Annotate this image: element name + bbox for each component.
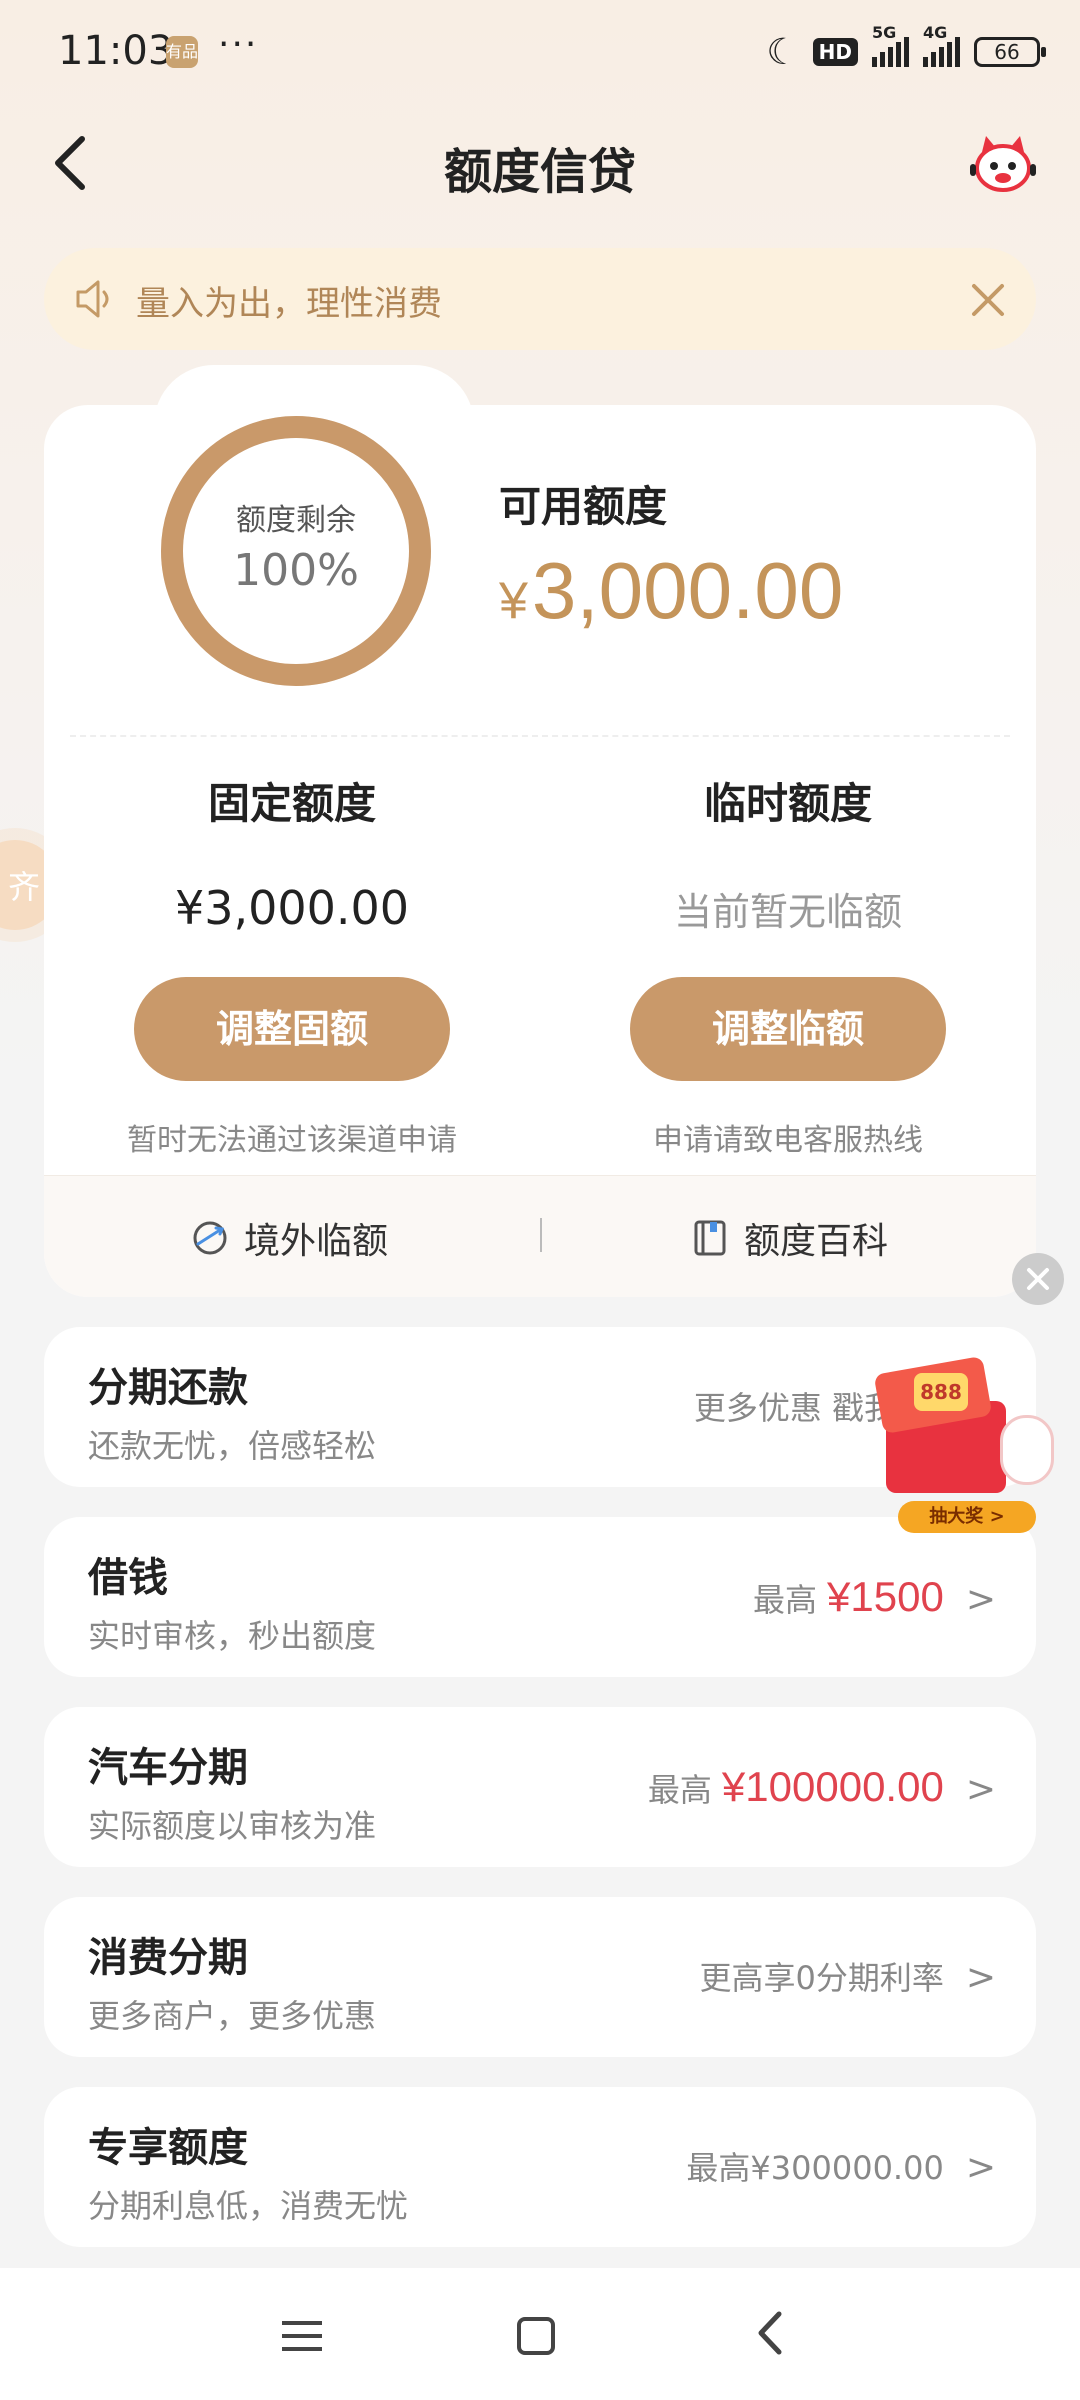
- side-float-label: 齐: [7, 868, 40, 906]
- adjust-temporary-button[interactable]: 调整临额: [630, 977, 946, 1081]
- temporary-quota-note: 申请请致电客服热线: [653, 1123, 923, 1158]
- close-icon: [1027, 1268, 1049, 1290]
- promo-coin: 888: [914, 1373, 968, 1411]
- available-label: 可用额度: [499, 482, 668, 531]
- list-item-subtitle: 实时审核，秒出额度: [88, 1617, 377, 1655]
- cat-mascot-icon[interactable]: [970, 134, 1036, 194]
- chevron-right-icon: >: [965, 1769, 996, 1810]
- cat-mascot-icon: [1000, 1415, 1054, 1485]
- list-item-exclusive-quota[interactable]: 专享额度 分期利息低，消费无忧 最高¥300000.00 >: [44, 2087, 1036, 2247]
- ring-percent: 100%: [233, 545, 359, 596]
- chevron-right-icon: >: [965, 2147, 996, 2188]
- book-icon: [694, 1220, 726, 1256]
- list-item-title: 分期还款: [88, 1365, 248, 1411]
- close-icon: [972, 284, 1004, 316]
- quota-card-footer: 境外临额 额度百科: [44, 1175, 1036, 1297]
- temporary-quota-title: 临时额度: [703, 779, 872, 828]
- list-item-car-installment[interactable]: 汽车分期 实际额度以审核为准 最高 ¥100000.00 >: [44, 1707, 1036, 1867]
- adjust-fixed-button[interactable]: 调整固额: [134, 977, 450, 1081]
- quota-wiki-label: 额度百科: [744, 1221, 889, 1262]
- list-item-right: 最高 ¥1500 >: [753, 1573, 996, 1621]
- hd-icon: HD: [812, 38, 858, 66]
- lottery-button[interactable]: 抽大奖 >: [898, 1501, 1036, 1533]
- quota-wiki-link[interactable]: 额度百科: [690, 1212, 888, 1264]
- fixed-quota-section: 固定额度 ¥3,000.00 调整固额 暂时无法通过该渠道申请: [44, 770, 540, 1159]
- temporary-quota-section: 临时额度 当前暂无临额 调整临额 申请请致电客服热线: [540, 770, 1036, 1159]
- notice-close-button[interactable]: [970, 270, 1006, 332]
- status-time: 11:03: [58, 28, 174, 74]
- list-item-promo-text: 更高享0分期利率: [699, 1959, 944, 1997]
- list-item-subtitle: 分期利息低，消费无忧: [88, 2187, 409, 2225]
- overseas-quota-label: 境外临额: [244, 1221, 389, 1262]
- app-header: 额度信贷: [0, 110, 1080, 220]
- chevron-right-icon: >: [965, 1957, 996, 1998]
- list-item-promo-text: 最高¥300000.00: [686, 2149, 944, 2187]
- overseas-quota-link[interactable]: 境外临额: [190, 1212, 388, 1264]
- status-bar: 11:03 有品 ··· ☾ HD 5G 4G 66: [0, 0, 1080, 100]
- menu-icon: [282, 2321, 322, 2351]
- notice-bar: 量入为出，理性消费: [44, 248, 1036, 350]
- available-amount: ¥3,000.00: [499, 545, 843, 637]
- ring-label: 额度剩余: [236, 503, 356, 538]
- list-item-title: 专享额度: [88, 2125, 248, 2171]
- battery-icon: 66: [974, 37, 1046, 67]
- page-title: 额度信贷: [443, 144, 636, 200]
- list-item-title: 借钱: [88, 1555, 168, 1601]
- globe-plane-icon: [193, 1221, 227, 1255]
- list-item-amount: ¥1500: [827, 1573, 944, 1620]
- list-item-subtitle: 实际额度以审核为准: [88, 1807, 377, 1845]
- lottery-promo[interactable]: 888 抽大奖 >: [852, 1355, 1062, 1535]
- list-item-prefix: 最高: [647, 1771, 712, 1809]
- list-item-right: 最高¥300000.00 >: [686, 2143, 996, 2189]
- list-item-subtitle: 还款无忧，倍感轻松: [88, 1427, 377, 1465]
- chevron-right-icon: >: [965, 1579, 996, 1620]
- list-item-right: 最高 ¥100000.00 >: [648, 1763, 996, 1811]
- chevron-left-icon: [758, 2311, 782, 2355]
- fixed-quota-note: 暂时无法通过该渠道申请: [127, 1123, 457, 1158]
- footer-separator: [540, 1218, 542, 1252]
- list-item-prefix: 最高: [753, 1581, 818, 1619]
- quota-card: 额度剩余 100% 可用额度 ¥3,000.00 固定额度 ¥3,000.00 …: [44, 365, 1036, 1297]
- list-item-title: 消费分期: [88, 1935, 248, 1981]
- fixed-quota-amount: ¥3,000.00: [174, 881, 410, 935]
- home-icon: [517, 2317, 555, 2355]
- promo-close-button[interactable]: [1012, 1253, 1064, 1305]
- available-currency: ¥: [499, 572, 528, 630]
- system-nav-bar: [0, 2268, 1080, 2400]
- list-item-consumer-installment[interactable]: 消费分期 更多商户，更多优惠 更高享0分期利率 >: [44, 1897, 1036, 2057]
- signal-5g-icon: 5G: [872, 23, 909, 67]
- fixed-quota-title: 固定额度: [207, 779, 376, 828]
- signal-4g-icon: 4G: [923, 23, 960, 67]
- speaker-icon: [76, 280, 109, 318]
- recents-button[interactable]: [262, 2298, 342, 2368]
- list-item-amount: ¥100000.00: [721, 1763, 944, 1810]
- temporary-quota-status: 当前暂无临额: [673, 890, 902, 934]
- system-back-button[interactable]: [730, 2298, 810, 2368]
- home-button[interactable]: [496, 2298, 576, 2368]
- status-icons: ☾ HD 5G 4G 66: [766, 23, 1046, 74]
- notice-text: 量入为出，理性消费: [136, 284, 442, 324]
- list-item-title: 汽车分期: [88, 1745, 248, 1791]
- more-dots-icon: ···: [218, 24, 259, 65]
- app-badge-icon: 有品: [166, 36, 198, 68]
- list-item-subtitle: 更多商户，更多优惠: [88, 1997, 377, 2035]
- list-item-borrow[interactable]: 借钱 实时审核，秒出额度 最高 ¥1500 >: [44, 1517, 1036, 1677]
- available-value: 3,000.00: [531, 546, 844, 635]
- moon-icon: ☾: [766, 31, 799, 73]
- divider: [70, 735, 1010, 737]
- list-item-right: 更高享0分期利率 >: [699, 1953, 996, 1999]
